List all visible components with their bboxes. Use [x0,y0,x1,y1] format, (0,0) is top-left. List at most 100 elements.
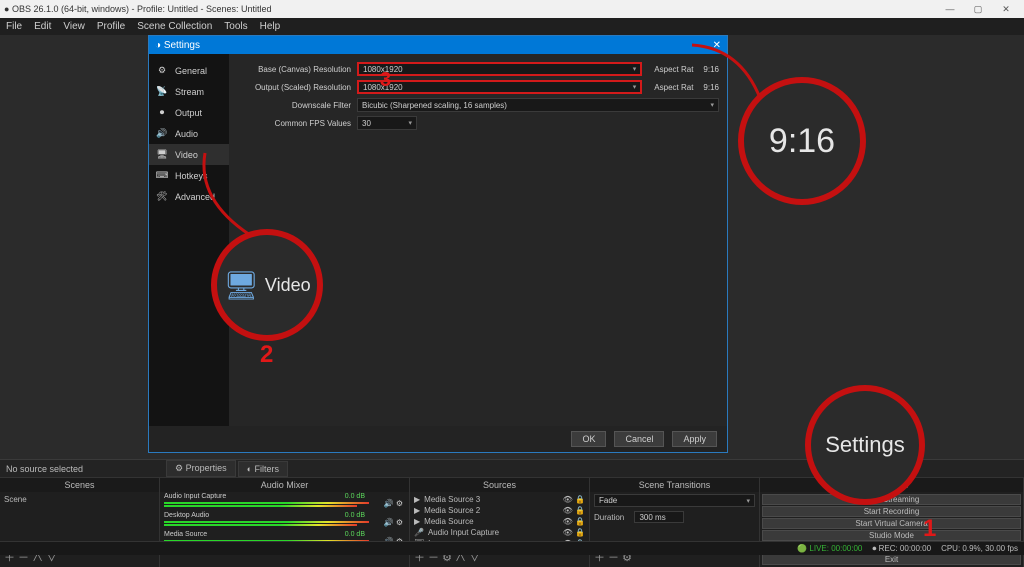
app-icon: ● [4,4,9,14]
callout-settings: Settings [805,385,925,505]
settings-nav: ⚙General 📡Stream ⏺Output 🔊Audio 🖥Video ⌨… [149,54,229,426]
aspect-ratio-value: 9:16 [703,65,719,74]
start-virtual-camera-button[interactable]: Start Virtual Camera [762,518,1021,529]
record-icon: ⏺ [155,107,169,118]
annotation-number-3: 3 [380,69,391,92]
callout-aspect: 9:16 [738,77,866,205]
menu-file[interactable]: File [6,21,22,32]
transitions-header: Scene Transitions [590,478,759,492]
base-resolution-combo[interactable]: 1080x1920▾ [357,62,642,76]
dialog-titlebar[interactable]: ◑ Settings ✕ [149,36,727,54]
aspect-ratio-value-2: 9:16 [703,83,719,92]
mixer-channel[interactable]: Desktop Audio 0.0 dB 🔊 ⚙ [164,514,405,523]
callout-video: 🖥 Video [211,229,323,341]
source-item[interactable]: ▶Media Source👁 🔒 [414,516,585,527]
chevron-down-icon: ▾ [710,101,714,109]
output-resolution-combo[interactable]: 1080x1920▾ [357,80,642,94]
nav-hotkeys[interactable]: ⌨Hotkeys [149,165,229,186]
visibility-icon[interactable]: 👁 🔒 [563,495,585,504]
filters-button[interactable]: ◐ Filters [238,461,288,477]
mixer-header: Audio Mixer [160,478,409,492]
output-resolution-label: Output (Scaled) Resolution [237,83,357,92]
no-source-label: No source selected [6,464,166,474]
duration-field[interactable]: 300 ms [634,511,684,523]
base-resolution-label: Base (Canvas) Resolution [237,65,357,74]
settings-content: Base (Canvas) Resolution 1080x1920▾ Aspe… [229,54,727,426]
transition-combo[interactable]: Fade▾ [594,494,755,507]
source-item[interactable]: ▶Media Source 3👁 🔒 [414,494,585,505]
antenna-icon: 📡 [155,86,169,97]
sources-header: Sources [410,478,589,492]
visibility-icon[interactable]: 👁 🔒 [563,517,585,526]
media-icon: ▶ [414,506,420,515]
keyboard-icon: ⌨ [155,170,169,181]
mic-icon: 🎤 [414,528,424,537]
speaker-gear-icon[interactable]: 🔊 ⚙ [384,518,403,527]
media-icon: ▶ [414,495,420,504]
status-cpu: CPU: 0.9%, 30.00 fps [941,544,1018,553]
nav-video[interactable]: 🖥Video [149,144,229,165]
menu-help[interactable]: Help [260,21,281,32]
fps-combo[interactable]: 30▾ [357,116,417,130]
media-icon: ▶ [414,517,420,526]
nav-audio[interactable]: 🔊Audio [149,123,229,144]
cancel-button[interactable]: Cancel [614,431,664,447]
mixer-channel[interactable]: Audio Input Capture 0.0 dB 🔊 ⚙ [164,495,405,504]
menu-tools[interactable]: Tools [224,21,247,32]
window-titlebar: ● OBS 26.1.0 (64-bit, windows) - Profile… [0,0,1024,18]
downscale-filter-label: Downscale Filter [237,101,357,110]
menubar: File Edit View Profile Scene Collection … [0,18,1024,35]
gear-icon: ⚙ [155,65,169,76]
duration-label: Duration [594,513,624,522]
minimize-button[interactable]: — [936,4,964,14]
monitor-icon: 🖥 [223,269,259,302]
chevron-down-icon: ▾ [408,119,412,127]
apply-button[interactable]: Apply [672,431,717,447]
close-button[interactable]: ✕ [992,4,1020,15]
exit-button[interactable]: Exit [762,554,1021,565]
nav-advanced[interactable]: 🛠Advanced [149,186,229,207]
dialog-close-button[interactable]: ✕ [713,40,721,51]
source-item[interactable]: ▶Media Source 2👁 🔒 [414,505,585,516]
callout-video-label: Video [265,275,311,296]
start-recording-button[interactable]: Start Recording [762,506,1021,517]
menu-scene-collection[interactable]: Scene Collection [137,21,212,32]
properties-button[interactable]: ⚙ Properties [166,460,236,477]
aspect-ratio-label: Aspect Rat [654,65,693,74]
tools-icon: 🛠 [155,191,169,202]
dialog-title: Settings [164,40,200,51]
fps-label: Common FPS Values [237,119,357,128]
downscale-filter-combo[interactable]: Bicubic (Sharpened scaling, 16 samples)▾ [357,98,719,112]
visibility-icon[interactable]: 👁 🔒 [563,528,585,537]
speaker-gear-icon[interactable]: 🔊 ⚙ [384,499,403,508]
scenes-header: Scenes [0,478,159,492]
nav-output[interactable]: ⏺Output [149,102,229,123]
dialog-icon: ◑ [155,40,161,51]
status-bar: 🟢 LIVE: 00:00:00 ⏺ REC: 00:00:00 CPU: 0.… [0,541,1024,555]
status-rec: ⏺ REC: 00:00:00 [872,544,931,554]
monitor-icon: 🖥 [155,149,169,160]
chevron-down-icon: ▾ [633,83,637,91]
window-title: OBS 26.1.0 (64-bit, windows) - Profile: … [12,4,936,14]
menu-profile[interactable]: Profile [97,21,125,32]
nav-general[interactable]: ⚙General [149,60,229,81]
callout-aspect-label: 9:16 [769,122,835,161]
preview-area: ◑ Settings ✕ ⚙General 📡Stream ⏺Output 🔊A… [0,35,1024,459]
ok-button[interactable]: OK [571,431,606,447]
annotation-number-2: 2 [260,341,273,369]
source-item[interactable]: 🎤Audio Input Capture👁 🔒 [414,527,585,538]
callout-settings-label: Settings [825,432,905,458]
dialog-buttons: OK Cancel Apply [149,426,727,452]
visibility-icon[interactable]: 👁 🔒 [563,506,585,515]
annotation-number-1: 1 [923,515,936,543]
nav-stream[interactable]: 📡Stream [149,81,229,102]
status-live: 🟢 LIVE: 00:00:00 [797,544,862,553]
menu-view[interactable]: View [63,21,85,32]
chevron-down-icon: ▾ [633,65,637,73]
aspect-ratio-label-2: Aspect Rat [654,83,693,92]
speaker-icon: 🔊 [155,128,169,139]
scene-item[interactable]: Scene [4,494,155,505]
menu-edit[interactable]: Edit [34,21,51,32]
maximize-button[interactable]: ▢ [964,4,992,15]
studio-mode-button[interactable]: Studio Mode [762,530,1021,541]
